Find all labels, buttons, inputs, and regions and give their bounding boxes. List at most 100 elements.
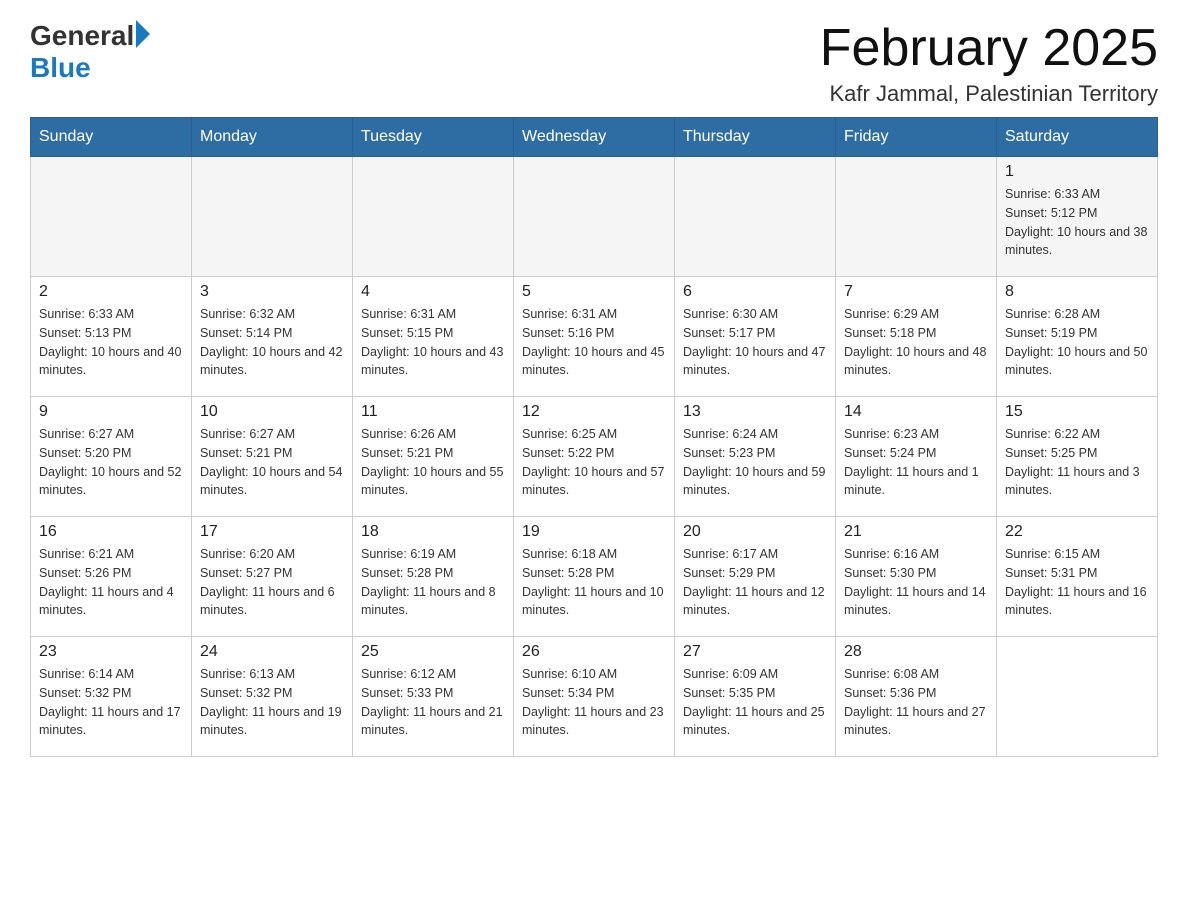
day-number: 19 xyxy=(522,523,666,541)
calendar-cell: 15 Sunrise: 6:22 AMSunset: 5:25 PMDayligh… xyxy=(997,397,1158,517)
week-row-3: 9 Sunrise: 6:27 AMSunset: 5:20 PMDaylight… xyxy=(31,397,1158,517)
day-number: 4 xyxy=(361,283,505,301)
day-info: Sunrise: 6:27 AMSunset: 5:20 PMDaylight:… xyxy=(39,425,183,500)
day-number: 23 xyxy=(39,643,183,661)
day-info: Sunrise: 6:32 AMSunset: 5:14 PMDaylight:… xyxy=(200,305,344,380)
calendar-cell xyxy=(353,157,514,277)
day-info: Sunrise: 6:25 AMSunset: 5:22 PMDaylight:… xyxy=(522,425,666,500)
day-info: Sunrise: 6:12 AMSunset: 5:33 PMDaylight:… xyxy=(361,665,505,740)
calendar-cell: 18Sunrise: 6:19 AMSunset: 5:28 PMDayligh… xyxy=(353,517,514,637)
weekday-header-row: SundayMondayTuesdayWednesdayThursdayFrid… xyxy=(31,118,1158,157)
calendar-cell: 24 Sunrise: 6:13 AMSunset: 5:32 PMDayligh… xyxy=(192,637,353,757)
day-number: 8 xyxy=(1005,283,1149,301)
calendar-cell xyxy=(192,157,353,277)
calendar-cell xyxy=(997,637,1158,757)
calendar-cell: 10 Sunrise: 6:27 AMSunset: 5:21 PMDayligh… xyxy=(192,397,353,517)
calendar-cell: 28Sunrise: 6:08 AMSunset: 5:36 PMDayligh… xyxy=(836,637,997,757)
calendar-header: SundayMondayTuesdayWednesdayThursdayFrid… xyxy=(31,118,1158,157)
calendar-cell: 23 Sunrise: 6:14 AMSunset: 5:32 PMDayligh… xyxy=(31,637,192,757)
day-info: Sunrise: 6:22 AMSunset: 5:25 PMDaylight:… xyxy=(1005,425,1149,500)
day-number: 7 xyxy=(844,283,988,301)
calendar-cell: 12 Sunrise: 6:25 AMSunset: 5:22 PMDayligh… xyxy=(514,397,675,517)
calendar-cell: 8Sunrise: 6:28 AMSunset: 5:19 PMDaylight… xyxy=(997,277,1158,397)
day-number: 3 xyxy=(200,283,344,301)
logo: General xyxy=(30,20,150,52)
day-number: 22 xyxy=(1005,523,1149,541)
day-info: Sunrise: 6:14 AMSunset: 5:32 PMDaylight:… xyxy=(39,665,183,740)
calendar-cell: 5 Sunrise: 6:31 AMSunset: 5:16 PMDaylight… xyxy=(514,277,675,397)
day-info: Sunrise: 6:27 AMSunset: 5:21 PMDaylight:… xyxy=(200,425,344,500)
weekday-header-wednesday: Wednesday xyxy=(514,118,675,157)
calendar-cell: 16Sunrise: 6:21 AMSunset: 5:26 PMDayligh… xyxy=(31,517,192,637)
calendar-cell: 3 Sunrise: 6:32 AMSunset: 5:14 PMDaylight… xyxy=(192,277,353,397)
calendar-cell: 25 Sunrise: 6:12 AMSunset: 5:33 PMDayligh… xyxy=(353,637,514,757)
weekday-header-monday: Monday xyxy=(192,118,353,157)
day-info: Sunrise: 6:13 AMSunset: 5:32 PMDaylight:… xyxy=(200,665,344,740)
day-info: Sunrise: 6:26 AMSunset: 5:21 PMDaylight:… xyxy=(361,425,505,500)
day-number: 2 xyxy=(39,283,183,301)
day-number: 21 xyxy=(844,523,988,541)
calendar-cell: 13Sunrise: 6:24 AMSunset: 5:23 PMDayligh… xyxy=(675,397,836,517)
logo-blue-text: Blue xyxy=(30,52,91,84)
logo-triangle-icon xyxy=(136,20,150,48)
logo-area: General Blue xyxy=(30,20,150,84)
calendar-cell: 26 Sunrise: 6:10 AMSunset: 5:34 PMDayligh… xyxy=(514,637,675,757)
calendar-cell: 21 Sunrise: 6:16 AMSunset: 5:30 PMDayligh… xyxy=(836,517,997,637)
day-number: 24 xyxy=(200,643,344,661)
day-number: 26 xyxy=(522,643,666,661)
calendar-cell xyxy=(836,157,997,277)
day-number: 1 xyxy=(1005,163,1149,181)
day-info: Sunrise: 6:30 AMSunset: 5:17 PMDaylight:… xyxy=(683,305,827,380)
calendar-subtitle: Kafr Jammal, Palestinian Territory xyxy=(820,81,1158,107)
day-info: Sunrise: 6:33 AMSunset: 5:12 PMDaylight:… xyxy=(1005,185,1149,260)
calendar-body: 1 Sunrise: 6:33 AMSunset: 5:12 PMDaylight… xyxy=(31,157,1158,757)
day-info: Sunrise: 6:31 AMSunset: 5:16 PMDaylight:… xyxy=(522,305,666,380)
calendar-cell: 7 Sunrise: 6:29 AMSunset: 5:18 PMDaylight… xyxy=(836,277,997,397)
day-number: 25 xyxy=(361,643,505,661)
day-info: Sunrise: 6:10 AMSunset: 5:34 PMDaylight:… xyxy=(522,665,666,740)
weekday-header-friday: Friday xyxy=(836,118,997,157)
day-number: 17 xyxy=(200,523,344,541)
calendar-cell: 11 Sunrise: 6:26 AMSunset: 5:21 PMDayligh… xyxy=(353,397,514,517)
day-info: Sunrise: 6:20 AMSunset: 5:27 PMDaylight:… xyxy=(200,545,344,620)
weekday-header-saturday: Saturday xyxy=(997,118,1158,157)
day-info: Sunrise: 6:33 AMSunset: 5:13 PMDaylight:… xyxy=(39,305,183,380)
calendar-cell: 1 Sunrise: 6:33 AMSunset: 5:12 PMDaylight… xyxy=(997,157,1158,277)
day-info: Sunrise: 6:16 AMSunset: 5:30 PMDaylight:… xyxy=(844,545,988,620)
day-number: 15 xyxy=(1005,403,1149,421)
calendar-cell: 9 Sunrise: 6:27 AMSunset: 5:20 PMDaylight… xyxy=(31,397,192,517)
day-info: Sunrise: 6:23 AMSunset: 5:24 PMDaylight:… xyxy=(844,425,988,500)
day-info: Sunrise: 6:19 AMSunset: 5:28 PMDaylight:… xyxy=(361,545,505,620)
calendar-cell: 6 Sunrise: 6:30 AMSunset: 5:17 PMDaylight… xyxy=(675,277,836,397)
week-row-5: 23 Sunrise: 6:14 AMSunset: 5:32 PMDayligh… xyxy=(31,637,1158,757)
day-number: 16 xyxy=(39,523,183,541)
day-number: 10 xyxy=(200,403,344,421)
day-info: Sunrise: 6:29 AMSunset: 5:18 PMDaylight:… xyxy=(844,305,988,380)
day-number: 9 xyxy=(39,403,183,421)
calendar-cell: 20Sunrise: 6:17 AMSunset: 5:29 PMDayligh… xyxy=(675,517,836,637)
week-row-2: 2 Sunrise: 6:33 AMSunset: 5:13 PMDaylight… xyxy=(31,277,1158,397)
day-info: Sunrise: 6:24 AMSunset: 5:23 PMDaylight:… xyxy=(683,425,827,500)
day-info: Sunrise: 6:08 AMSunset: 5:36 PMDaylight:… xyxy=(844,665,988,740)
calendar-cell: 17 Sunrise: 6:20 AMSunset: 5:27 PMDayligh… xyxy=(192,517,353,637)
day-info: Sunrise: 6:18 AMSunset: 5:28 PMDaylight:… xyxy=(522,545,666,620)
day-number: 5 xyxy=(522,283,666,301)
day-number: 11 xyxy=(361,403,505,421)
week-row-1: 1 Sunrise: 6:33 AMSunset: 5:12 PMDaylight… xyxy=(31,157,1158,277)
title-area: February 2025 Kafr Jammal, Palestinian T… xyxy=(820,20,1158,107)
calendar-cell: 14Sunrise: 6:23 AMSunset: 5:24 PMDayligh… xyxy=(836,397,997,517)
calendar-cell: 19 Sunrise: 6:18 AMSunset: 5:28 PMDayligh… xyxy=(514,517,675,637)
day-info: Sunrise: 6:31 AMSunset: 5:15 PMDaylight:… xyxy=(361,305,505,380)
day-number: 27 xyxy=(683,643,827,661)
day-info: Sunrise: 6:09 AMSunset: 5:35 PMDaylight:… xyxy=(683,665,827,740)
weekday-header-sunday: Sunday xyxy=(31,118,192,157)
calendar-cell xyxy=(514,157,675,277)
calendar-cell: 2 Sunrise: 6:33 AMSunset: 5:13 PMDaylight… xyxy=(31,277,192,397)
calendar-table: SundayMondayTuesdayWednesdayThursdayFrid… xyxy=(30,117,1158,757)
calendar-title: February 2025 xyxy=(820,20,1158,77)
calendar-cell: 27 Sunrise: 6:09 AMSunset: 5:35 PMDayligh… xyxy=(675,637,836,757)
logo-general-text: General xyxy=(30,20,134,52)
day-number: 12 xyxy=(522,403,666,421)
day-number: 20 xyxy=(683,523,827,541)
day-number: 6 xyxy=(683,283,827,301)
